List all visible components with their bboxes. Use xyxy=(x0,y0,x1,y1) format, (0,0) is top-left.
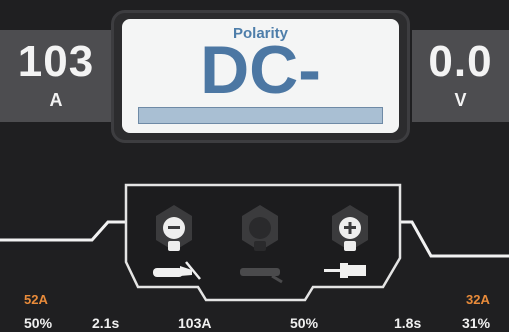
param-label[interactable]: 1.8s xyxy=(394,315,421,331)
param-label[interactable]: 2.1s xyxy=(92,315,119,331)
weld-curve-line xyxy=(0,220,126,242)
param-label[interactable]: 50% xyxy=(290,315,318,331)
param-label[interactable]: 50% xyxy=(24,315,52,331)
end-current-label: 32A xyxy=(466,292,490,307)
weld-curve-diagram xyxy=(0,183,509,302)
start-current-label: 52A xyxy=(24,292,48,307)
param-label[interactable]: 103A xyxy=(178,315,211,331)
param-label[interactable]: 31% xyxy=(462,315,490,331)
weld-curve-line-right xyxy=(400,220,509,258)
